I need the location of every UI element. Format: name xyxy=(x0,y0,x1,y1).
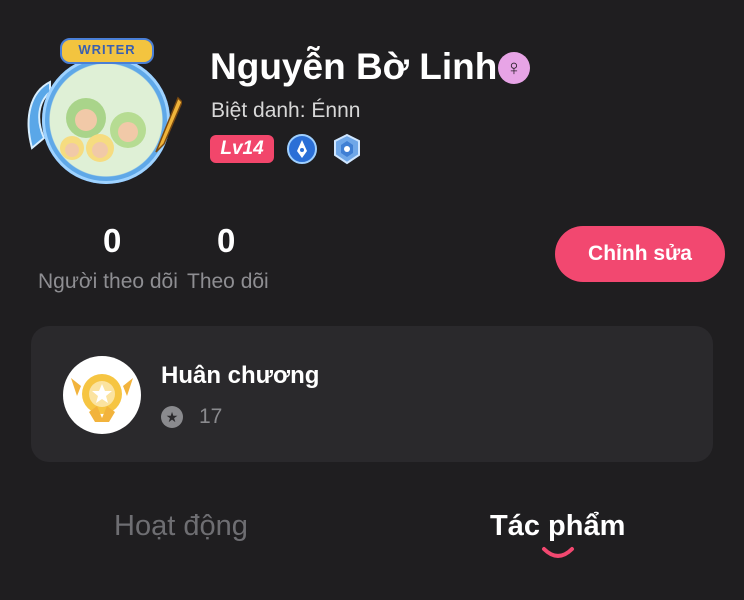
avatar[interactable]: WRITER xyxy=(22,38,188,188)
edit-profile-button[interactable]: Chỉnh sửa xyxy=(555,226,725,282)
female-gender-icon: ♀ xyxy=(498,52,530,84)
shield-badge-icon[interactable] xyxy=(331,133,363,165)
tab-works[interactable]: Tác phẩm xyxy=(490,510,625,543)
tab-activity[interactable]: Hoạt động xyxy=(114,510,248,543)
pen-badge-icon[interactable] xyxy=(286,133,318,165)
medals-count: 17 xyxy=(199,405,223,428)
profile-nickname: Biệt danh: Énnn xyxy=(211,99,361,122)
medals-title: Huân chương xyxy=(161,362,320,389)
medal-icon xyxy=(63,356,141,434)
avatar-illustration-icon xyxy=(60,98,146,162)
profile-name: Nguyễn Bờ Linh xyxy=(210,46,498,87)
active-tab-indicator xyxy=(542,547,574,558)
following-label[interactable]: Theo dõi xyxy=(187,270,269,294)
writer-frame-label: WRITER xyxy=(60,38,154,64)
avatar-image xyxy=(42,56,170,184)
medals-card[interactable]: Huân chương ★ 17 xyxy=(31,326,713,462)
quill-pen-icon xyxy=(155,96,182,153)
star-icon: ★ xyxy=(161,406,183,428)
level-badge[interactable]: Lv14 xyxy=(210,135,274,163)
following-count[interactable]: 0 xyxy=(217,222,235,260)
followers-count[interactable]: 0 xyxy=(103,222,121,260)
followers-label[interactable]: Người theo dõi xyxy=(38,270,178,294)
